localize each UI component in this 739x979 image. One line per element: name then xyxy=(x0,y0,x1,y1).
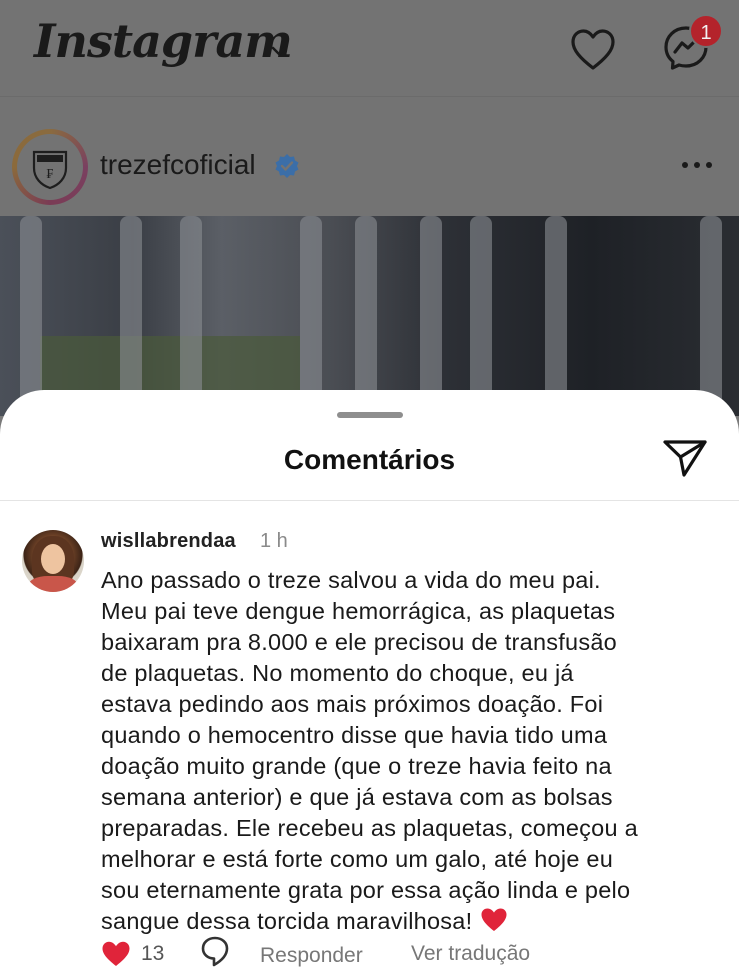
comment-avatar[interactable] xyxy=(22,530,84,592)
share-icon[interactable] xyxy=(662,438,708,478)
comment-username[interactable]: wisllabrendaa xyxy=(101,530,236,553)
red-heart-emoji-icon xyxy=(481,908,507,931)
photo-jersey xyxy=(300,216,322,416)
comment-line: sangue dessa torcida maravilhosa! xyxy=(101,908,473,934)
post-avatar[interactable]: ₣ xyxy=(12,129,88,205)
chevron-down-icon[interactable] xyxy=(268,40,290,62)
photo-jersey xyxy=(355,216,377,416)
comment-line-last: sangue dessa torcida maravilhosa! xyxy=(101,906,721,937)
post-username[interactable]: trezefcoficial xyxy=(100,149,256,181)
comment-line: baixaram pra 8.000 e ele precisou de tra… xyxy=(101,629,618,655)
photo-field xyxy=(40,336,300,396)
top-bar: Instagram 1 xyxy=(0,0,739,96)
instagram-logo[interactable]: Instagram xyxy=(34,14,293,68)
like-heart-icon[interactable] xyxy=(101,940,131,968)
sheet-title: Comentários xyxy=(283,444,456,475)
photo-jersey xyxy=(20,216,42,416)
comment-line: melhorar e está forte como um galo, até … xyxy=(101,846,614,872)
more-options-icon[interactable] xyxy=(680,159,714,171)
notification-badge: 1 xyxy=(689,14,723,48)
post-photo xyxy=(0,216,739,416)
comment-line: sou eternamente grata por essa ação lind… xyxy=(101,877,631,903)
comment-line: de plaquetas. No momento do choque, eu j… xyxy=(101,660,574,686)
comment-time: 1 h xyxy=(260,530,288,552)
photo-jersey xyxy=(180,216,202,416)
avatar-inner: ₣ xyxy=(17,134,83,200)
comment-line: quando o hemocentro disse que havia tido… xyxy=(101,722,608,748)
divider xyxy=(0,500,739,501)
reply-button[interactable]: Responder xyxy=(260,944,363,968)
photo-jersey xyxy=(120,216,142,416)
comment-line: estava pedindo aos mais próximos doação.… xyxy=(101,691,604,717)
like-count: 13 xyxy=(141,942,165,965)
comments-sheet: Comentários wisllabrendaa 1 h Ano passad… xyxy=(0,390,739,979)
photo-jersey xyxy=(700,216,722,416)
photo-jersey xyxy=(470,216,492,416)
photo-jersey xyxy=(545,216,567,416)
comment-line: preparadas. Ele recebeu as plaquetas, co… xyxy=(101,815,638,841)
comment-line: doação muito grande (que o treze havia f… xyxy=(101,753,612,779)
reply-bubble-icon[interactable] xyxy=(200,935,230,969)
comment-text: Ano passado o treze salvou a vida do meu… xyxy=(101,565,721,937)
sheet-drag-handle[interactable] xyxy=(337,412,403,418)
comment-line: semana anterior) e que já estava com as … xyxy=(101,784,613,810)
photo-jersey xyxy=(420,216,442,416)
post-header: ₣ trezefcoficial xyxy=(0,96,739,216)
comment-line: Ano passado o treze salvou a vida do meu… xyxy=(101,567,601,593)
translate-button[interactable]: Ver tradução xyxy=(411,942,530,966)
club-crest-icon: ₣ xyxy=(32,150,68,190)
avatar-face xyxy=(41,544,65,574)
comment-line: Meu pai teve dengue hemorrágica, as plaq… xyxy=(101,598,616,624)
svg-text:₣: ₣ xyxy=(47,166,54,182)
avatar-shirt xyxy=(28,576,78,592)
heart-icon[interactable] xyxy=(570,28,616,72)
verified-badge-icon xyxy=(275,154,299,178)
